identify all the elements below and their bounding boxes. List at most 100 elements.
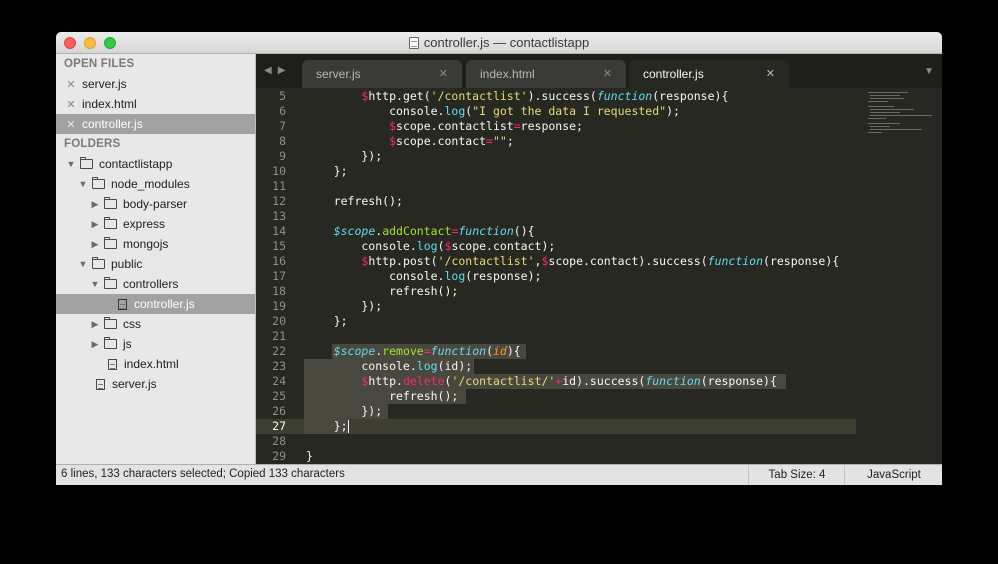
- tab-label: server.js: [316, 67, 361, 81]
- code-line: });: [306, 404, 383, 418]
- close-tab-icon[interactable]: ✕: [603, 67, 612, 80]
- disclosure-open-icon[interactable]: ▼: [90, 279, 100, 289]
- tree-folder[interactable]: ▶ css: [56, 314, 255, 334]
- close-file-icon[interactable]: ✕: [64, 118, 78, 131]
- tab-server-js[interactable]: server.js ✕: [302, 60, 462, 88]
- code-line: console.log(response);: [306, 269, 542, 283]
- status-message: 6 lines, 133 characters selected; Copied…: [61, 468, 345, 480]
- tree-label: controller.js: [134, 297, 195, 311]
- line-number-current: 27: [272, 419, 286, 433]
- code-line: $scope.contact="";: [389, 134, 514, 148]
- tab-nav-arrows-icon[interactable]: ◀▶: [264, 65, 291, 76]
- folder-icon: [104, 337, 117, 349]
- line-number: 11: [272, 179, 286, 193]
- close-file-icon[interactable]: ✕: [64, 78, 78, 91]
- code-line: console.log(id);: [306, 359, 473, 373]
- disclosure-closed-icon[interactable]: ▶: [90, 199, 100, 209]
- line-number: 19: [272, 299, 286, 313]
- code-line: };: [306, 314, 348, 328]
- open-file-label: controller.js: [82, 117, 143, 131]
- editor-window: controller.js — contactlistapp OPEN FILE…: [56, 32, 942, 485]
- line-number: 6: [279, 104, 286, 118]
- sidebar: OPEN FILES ✕ server.js ✕ index.html ✕ co…: [56, 54, 256, 464]
- open-file-item[interactable]: ✕ index.html: [56, 94, 255, 114]
- code-line: };: [306, 164, 348, 178]
- tree-folder[interactable]: ▼ controllers: [56, 274, 255, 294]
- line-number: 9: [279, 149, 286, 163]
- zoom-window-button[interactable]: [104, 37, 116, 49]
- tab-bar: ◀▶ server.js ✕ index.html ✕ controller.j…: [256, 54, 942, 88]
- line-number: 21: [272, 329, 286, 343]
- open-file-label: server.js: [82, 77, 127, 91]
- code-line: $http.post('/contactlist',$scope.contact…: [361, 254, 840, 268]
- line-number: 29: [272, 449, 286, 463]
- code-line: $scope.remove=function(id){: [333, 344, 521, 358]
- disclosure-closed-icon[interactable]: ▶: [90, 339, 100, 349]
- disclosure-open-icon[interactable]: ▼: [78, 179, 88, 189]
- tab-index-html[interactable]: index.html ✕: [466, 60, 626, 88]
- folder-icon: [104, 197, 117, 209]
- tree-file[interactable]: index.html: [56, 354, 255, 374]
- close-tab-icon[interactable]: ✕: [439, 67, 448, 80]
- code-line: refresh();: [306, 194, 403, 208]
- html-file-icon: [108, 358, 117, 370]
- line-number: 28: [272, 434, 286, 448]
- folder-open-icon: [80, 157, 93, 169]
- tree-folder[interactable]: ▶ mongojs: [56, 234, 255, 254]
- tree-label: mongojs: [123, 237, 169, 251]
- disclosure-open-icon[interactable]: ▼: [78, 259, 88, 269]
- disclosure-open-icon[interactable]: ▼: [66, 159, 76, 169]
- code-line: refresh();: [306, 389, 459, 403]
- line-number: 16: [272, 254, 286, 268]
- minimize-window-button[interactable]: [84, 37, 96, 49]
- code-line: $http.get('/contactlist').success(functi…: [361, 89, 729, 103]
- tree-folder[interactable]: ▼ contactlistapp: [56, 154, 255, 174]
- code-line: console.log("I got the data I requested"…: [306, 104, 680, 118]
- line-number: 18: [272, 284, 286, 298]
- tab-size-selector[interactable]: Tab Size: 4: [748, 465, 845, 485]
- line-number: 8: [279, 134, 286, 148]
- tree-file-selected[interactable]: controller.js: [56, 294, 255, 314]
- tree-folder[interactable]: ▶ body-parser: [56, 194, 255, 214]
- line-number: 14: [272, 224, 286, 238]
- tab-controller-js[interactable]: controller.js ✕: [629, 60, 789, 88]
- tree-folder[interactable]: ▼ node_modules: [56, 174, 255, 194]
- disclosure-closed-icon[interactable]: ▶: [90, 219, 100, 229]
- disclosure-closed-icon[interactable]: ▶: [90, 239, 100, 249]
- disclosure-closed-icon[interactable]: ▶: [90, 319, 100, 329]
- tree-label: controllers: [123, 277, 179, 291]
- tab-label: index.html: [480, 67, 535, 81]
- line-number: 7: [279, 119, 286, 133]
- tree-folder[interactable]: ▶ js: [56, 334, 255, 354]
- open-file-item-selected[interactable]: ✕ controller.js: [56, 114, 255, 134]
- code-line: });: [306, 149, 383, 163]
- code-line: });: [306, 299, 383, 313]
- code-editor[interactable]: 5 6 7 8 9 10 11 12 13 14 15 16 17 18 19 …: [256, 88, 942, 464]
- line-number-gutter: 5 6 7 8 9 10 11 12 13 14 15 16 17 18 19 …: [256, 88, 296, 464]
- open-file-label: index.html: [82, 97, 137, 111]
- status-bar: 6 lines, 133 characters selected; Copied…: [56, 464, 942, 485]
- tree-folder[interactable]: ▶ express: [56, 214, 255, 234]
- line-number: 23: [272, 359, 286, 373]
- close-tab-icon[interactable]: ✕: [766, 67, 775, 80]
- tree-label: css: [123, 317, 141, 331]
- tree-folder[interactable]: ▼ public: [56, 254, 255, 274]
- line-number: 22: [272, 344, 286, 358]
- folder-icon: [104, 217, 117, 229]
- folder-open-icon: [92, 177, 105, 189]
- code-line-current: };: [306, 419, 349, 433]
- tab-menu-chevron-icon[interactable]: ▼: [924, 66, 934, 77]
- window-title: controller.js — contactlistapp: [408, 35, 589, 50]
- open-file-item[interactable]: ✕ server.js: [56, 74, 255, 94]
- close-window-button[interactable]: [64, 37, 76, 49]
- js-file-icon: [118, 298, 127, 310]
- minimap[interactable]: [862, 88, 942, 148]
- tree-file[interactable]: server.js: [56, 374, 255, 394]
- tree-label: index.html: [124, 357, 179, 371]
- tree-label: public: [111, 257, 143, 271]
- close-file-icon[interactable]: ✕: [64, 98, 78, 111]
- syntax-selector[interactable]: JavaScript: [844, 465, 942, 485]
- tab-label: controller.js: [643, 67, 704, 81]
- syntax-label: JavaScript: [867, 469, 921, 481]
- folder-icon: [104, 237, 117, 249]
